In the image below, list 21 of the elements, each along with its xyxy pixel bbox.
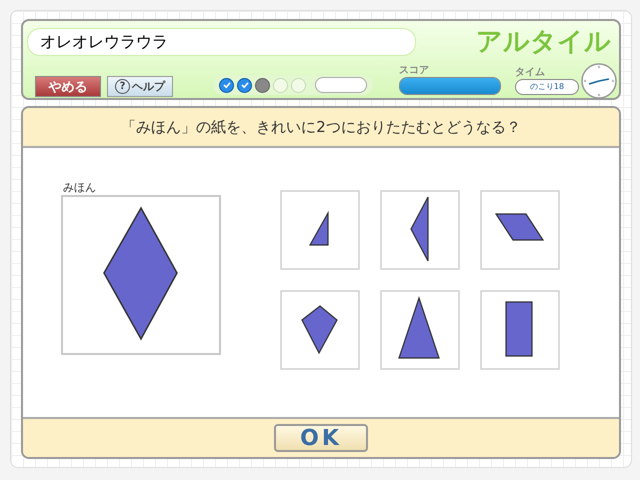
progress-dot — [219, 78, 234, 92]
player-name: オレオレウラウラ — [27, 28, 416, 56]
answer-option[interactable] — [480, 290, 560, 370]
time-label: タイム — [515, 66, 546, 79]
time-remaining: のこり18 — [515, 79, 579, 95]
logo: アルタイル — [476, 26, 611, 59]
progress-dot — [255, 78, 270, 92]
answer-pill — [315, 77, 367, 93]
progress-dot — [291, 78, 306, 92]
question-text: 「みほん」の紙を、きれいに2つにおりたたむとどうなる？ — [121, 118, 521, 136]
quit-button[interactable]: やめる — [35, 76, 101, 97]
answer-option[interactable] — [380, 190, 460, 270]
progress-dot — [237, 78, 252, 92]
help-button[interactable]: ? ヘルプ — [107, 76, 173, 97]
ok-button[interactable]: OK — [274, 424, 368, 452]
sample-label: みほん — [63, 180, 97, 195]
answer-option[interactable] — [480, 190, 560, 270]
answer-option[interactable] — [380, 290, 460, 370]
score-label: スコア — [399, 64, 430, 77]
answer-option[interactable] — [280, 290, 360, 370]
progress-dot — [273, 78, 288, 92]
